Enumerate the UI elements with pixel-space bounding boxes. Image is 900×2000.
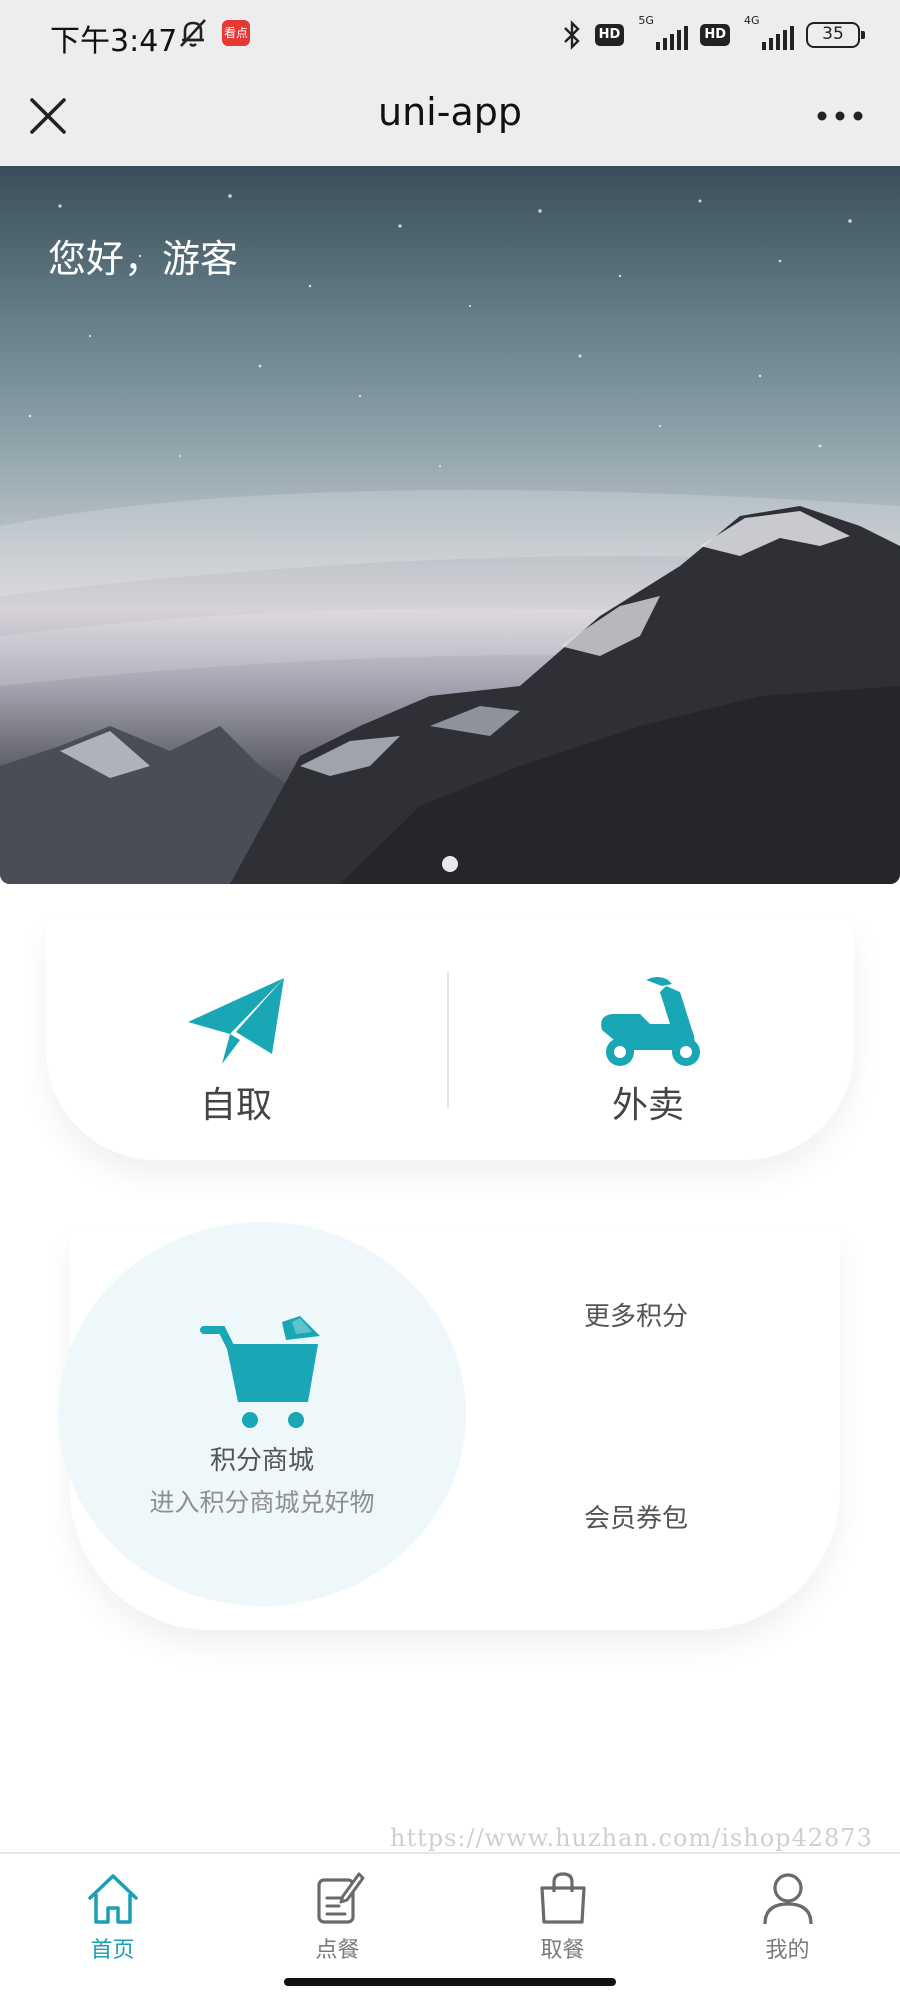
points-mall-subtitle: 进入积分商城兑好物: [149, 1488, 375, 1517]
more-dots-icon[interactable]: [810, 96, 870, 136]
battery-level: 35: [822, 24, 844, 44]
tab-mine-label: 我的: [765, 1938, 810, 1963]
order-mode-card: 自取 外卖: [46, 920, 854, 1160]
network-5g-label: 5G: [638, 14, 654, 27]
battery-icon: 35: [806, 22, 865, 48]
user-icon: [762, 1873, 813, 1925]
order-note-icon: [316, 1872, 364, 1924]
delivery-button[interactable]: 外卖: [498, 970, 798, 1140]
home-icon: [87, 1874, 138, 1924]
signal-4g-icon: 4G: [742, 14, 794, 50]
shopping-cart-icon: [200, 1316, 320, 1428]
tab-mine[interactable]: 我的: [675, 1854, 900, 1968]
hd-badge-1: HD: [594, 24, 625, 46]
signal-5g-icon: 5G: [636, 14, 689, 50]
hd-badge-2: HD: [700, 24, 730, 46]
tab-home-label: 首页: [90, 1938, 135, 1963]
status-time: 下午3:47: [50, 24, 178, 59]
pickup-label: 自取: [199, 1085, 272, 1126]
tab-pickup[interactable]: 取餐: [450, 1854, 675, 1968]
tab-home[interactable]: 首页: [0, 1854, 225, 1968]
status-indicators: HD 5G HD 4G 35: [561, 14, 865, 52]
bell-muted-icon: [180, 19, 206, 47]
greeting-text: 您好，游客: [48, 237, 239, 281]
tab-pickup-label: 取餐: [540, 1938, 585, 1963]
bluetooth-icon: [563, 20, 580, 50]
tab-bar: 首页 点餐 取餐 我的: [0, 1852, 900, 1966]
status-bar: 下午3:47 看点 HD 5G HD 4G 35: [0, 0, 900, 70]
order-divider: [447, 972, 449, 1108]
nav-bar: uni-app: [0, 70, 900, 166]
banner-carousel[interactable]: 您好，游客: [0, 166, 900, 884]
delivery-label: 外卖: [611, 1085, 684, 1126]
carousel-indicator-dot[interactable]: [442, 856, 458, 872]
page-title: uni-app: [378, 90, 522, 134]
network-4g-label: 4G: [744, 14, 760, 27]
points-mall-button[interactable]: 积分商城 进入积分商城兑好物: [58, 1222, 466, 1606]
shopping-bag-icon: [539, 1872, 586, 1924]
tab-order[interactable]: 点餐: [225, 1854, 450, 1968]
app-notification-badge: 看点: [222, 20, 250, 46]
points-mall-title: 积分商城: [209, 1446, 314, 1476]
scooter-icon: [601, 977, 700, 1066]
paper-plane-icon: [188, 978, 284, 1064]
member-coupons-link[interactable]: 会员券包: [584, 1498, 688, 1535]
more-points-link[interactable]: 更多积分: [584, 1296, 688, 1333]
pickup-button[interactable]: 自取: [86, 970, 386, 1140]
home-indicator[interactable]: [284, 1978, 616, 1986]
tab-order-label: 点餐: [315, 1938, 360, 1963]
watermark-text: https://www.huzhan.com/ishop42873: [390, 1824, 873, 1852]
